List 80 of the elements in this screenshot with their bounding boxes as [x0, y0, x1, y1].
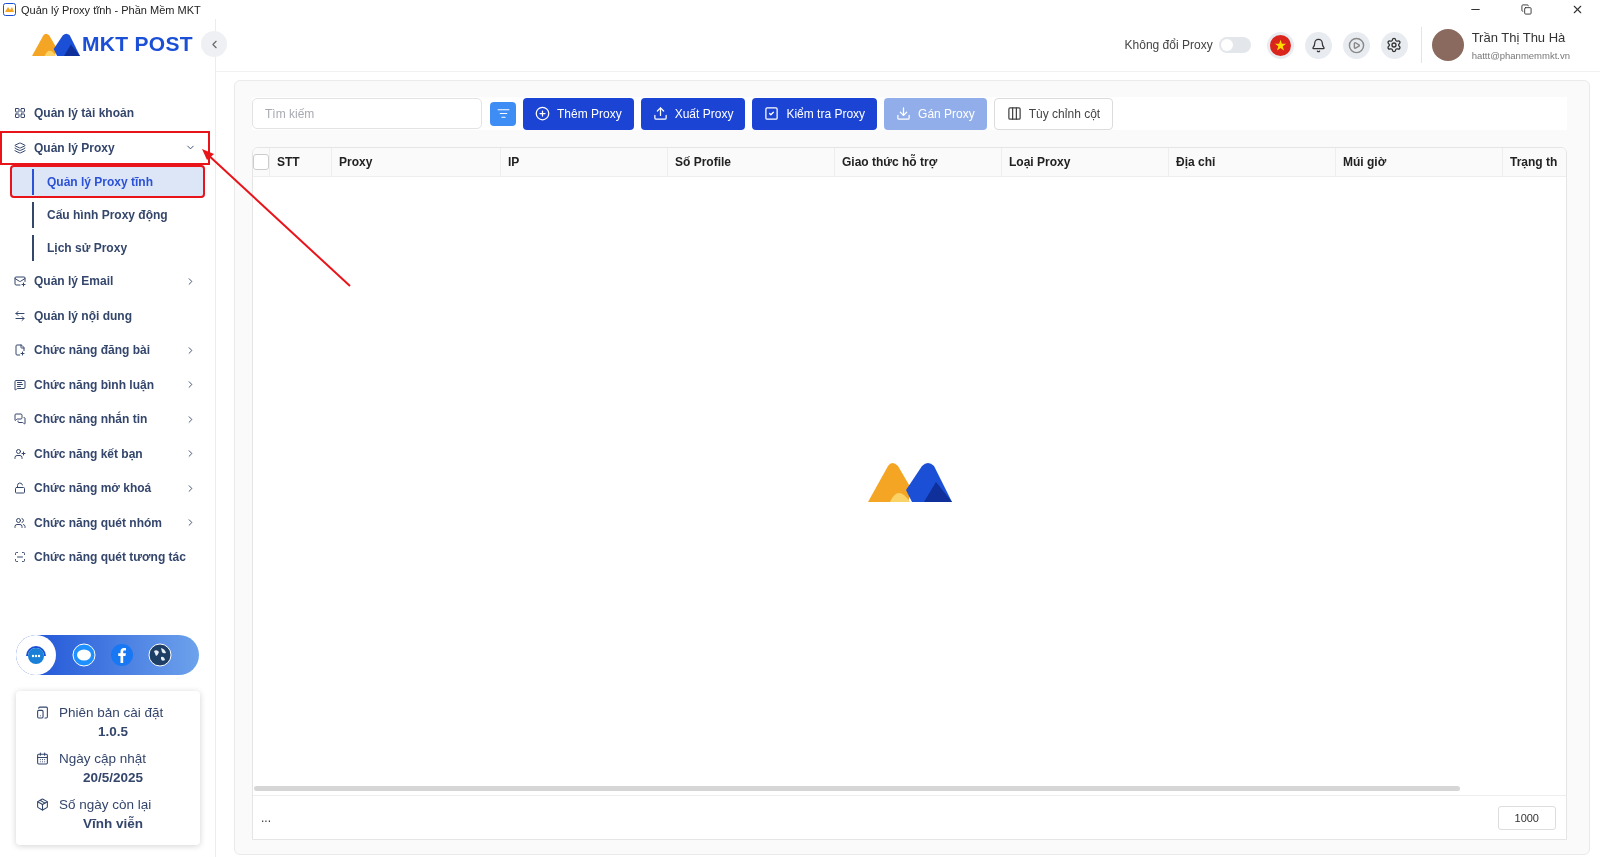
info-label: Số ngày còn lại	[59, 797, 152, 812]
sidebar-item[interactable]: Chức năng mở khoá	[0, 471, 210, 506]
window-title: Quản lý Proxy tĩnh - Phần Mềm MKT	[21, 3, 202, 16]
zalo-icon[interactable]	[72, 643, 96, 667]
toolbar-button[interactable]: Xuất Proxy	[640, 97, 746, 130]
user-email: hattt@phanmemmkt.vn	[1471, 49, 1570, 61]
sidebar-item[interactable]: Chức năng bình luận	[0, 367, 210, 402]
user-plus-icon	[14, 447, 26, 460]
users-icon	[14, 516, 26, 529]
sidebar-subitem[interactable]: Cấu hình Proxy động	[10, 198, 205, 231]
sidebar-subitem[interactable]: Lịch sử Proxy	[10, 231, 205, 264]
sidebar-item[interactable]: Chức năng quét nhóm	[0, 505, 210, 540]
notification-button[interactable]	[1304, 31, 1332, 59]
info-value: Vĩnh viễn	[83, 816, 143, 831]
toolbar-button[interactable]: Kiểm tra Proxy	[752, 97, 878, 130]
info-label: Ngày cập nhật	[59, 751, 147, 766]
play-button[interactable]	[1342, 31, 1370, 59]
devices-icon	[36, 706, 49, 719]
checkbox-icon	[764, 106, 780, 121]
document-plus-icon	[14, 344, 26, 357]
sidebar-item[interactable]: Quản lý nội dung	[0, 298, 210, 333]
column-header[interactable]: Số Profile	[668, 148, 835, 176]
support-button[interactable]	[16, 635, 56, 675]
flag-icon	[1269, 34, 1291, 56]
sidebar-item[interactable]: Chức năng kết bạn	[0, 436, 210, 471]
sidebar-item[interactable]: Quản lý Email	[0, 264, 210, 299]
toolbar-button[interactable]: Thêm Proxy	[523, 97, 634, 130]
layers-icon	[14, 141, 26, 154]
chat-icon	[14, 413, 26, 426]
arrows-icon	[14, 309, 26, 322]
play-icon	[1347, 36, 1365, 54]
page-size-field[interactable]: 1000	[1497, 805, 1556, 830]
settings-icon	[1386, 37, 1403, 53]
sidebar-item[interactable]: Chức năng đăng bài	[0, 333, 210, 368]
download-icon	[896, 106, 912, 121]
logo-mark	[32, 32, 80, 56]
scan-icon	[14, 551, 26, 564]
sidebar-subitem[interactable]: Quản lý Proxy tĩnh	[10, 165, 205, 198]
avatar[interactable]	[1431, 29, 1464, 61]
columns-icon	[1006, 106, 1022, 121]
select-all-checkbox[interactable]	[253, 154, 269, 170]
calendar-icon	[36, 752, 49, 765]
padlock-icon	[14, 482, 26, 495]
table-summary: ...	[261, 810, 271, 825]
sidebar-item[interactable]: Chức năng nhắn tin	[0, 402, 210, 437]
user-name: Trần Thị Thu Hà	[1471, 29, 1567, 45]
grid-icon	[14, 107, 26, 120]
column-header[interactable]: Loại Proxy	[1002, 148, 1169, 176]
filter-icon	[496, 107, 510, 120]
flag-button[interactable]	[1266, 31, 1294, 59]
column-header[interactable]: Proxy	[332, 148, 501, 176]
column-header[interactable]: Trạng th	[1503, 148, 1566, 176]
app-icon	[3, 3, 16, 16]
bell-icon	[1310, 37, 1326, 53]
sidebar-item[interactable]: Quản lý tài khoản	[0, 96, 210, 131]
filter-button[interactable]	[490, 101, 516, 126]
column-header[interactable]: Múi giờ	[1336, 148, 1503, 176]
info-value: 20/5/2025	[82, 770, 144, 785]
toggle-label: Không đổi Proxy	[1124, 38, 1213, 52]
info-value: 1.0.5	[98, 724, 128, 739]
mail-icon	[14, 275, 26, 288]
column-header[interactable]: IP	[501, 148, 668, 176]
toggle-switch[interactable]	[1218, 37, 1251, 53]
column-header[interactable]: STT	[270, 148, 332, 176]
info-label: Phiên bản cài đặt	[59, 705, 164, 720]
column-header[interactable]: Giao thức hỗ trợ	[835, 148, 1002, 176]
search-field[interactable]: Tìm kiếm	[252, 98, 482, 129]
upload-icon	[652, 106, 668, 121]
sidebar-item[interactable]: Quản lý Proxy	[0, 130, 210, 165]
facebook-icon[interactable]	[110, 643, 134, 667]
comment-icon	[14, 378, 26, 391]
logo-text: MKT POST	[82, 32, 193, 56]
horizontal-scrollbar[interactable]	[254, 786, 1460, 791]
box-icon	[36, 798, 49, 811]
globe-icon[interactable]	[148, 643, 172, 667]
toolbar-button[interactable]: Tùy chỉnh cột	[993, 97, 1114, 130]
sidebar-item[interactable]: Chức năng quét tương tác	[0, 540, 210, 575]
settings-button[interactable]	[1380, 31, 1408, 59]
plus-circle-icon	[535, 106, 550, 121]
column-header[interactable]: Địa chỉ	[1169, 148, 1336, 176]
